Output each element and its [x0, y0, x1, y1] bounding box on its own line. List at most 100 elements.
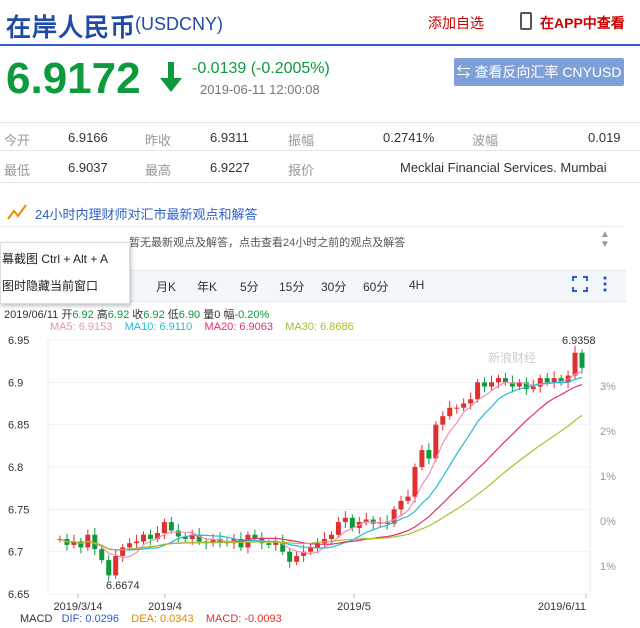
- info-high-label: 高: [96, 309, 108, 321]
- low-label: 最低: [4, 163, 31, 178]
- candle-body: [454, 407, 460, 409]
- right-tick-label: 1%: [600, 561, 616, 573]
- y-tick-label: 6.8: [8, 462, 23, 474]
- info-amp: -0.20%: [234, 309, 270, 321]
- right-tick-label: 0%: [600, 516, 616, 528]
- candle-body: [266, 543, 272, 545]
- candle-body: [544, 378, 550, 383]
- quote-timestamp: 2019-06-11 12:00:08: [200, 82, 320, 97]
- macd-value: MACD: -0.0093: [205, 613, 282, 625]
- info-close-label: 收: [132, 309, 144, 321]
- candle-body: [495, 378, 501, 383]
- candle-body: [433, 424, 439, 459]
- macd-legend: MACD DIF: 0.0296 DEA: 0.0343 MACD: -0.00…: [20, 613, 282, 625]
- volatility-label: 波幅: [472, 133, 499, 148]
- reverse-rate-label: 查看反向汇率 CNYUSD: [474, 64, 622, 80]
- x-tick-label: 2019/6/11: [538, 601, 586, 612]
- tab-yearly[interactable]: 年K: [197, 278, 217, 295]
- ma5-line: [59, 370, 583, 559]
- news-title-link[interactable]: 24小时内理财师对汇市最新观点和解答: [35, 204, 257, 223]
- info-date: 2019/06/11: [4, 309, 59, 321]
- candle-body: [482, 382, 488, 387]
- tab-5min[interactable]: 5分: [240, 278, 259, 295]
- info-low: 6.90: [178, 309, 201, 321]
- low-value: 6.9037: [68, 160, 108, 175]
- candle-body: [579, 352, 585, 368]
- currency-code: (USDCNY): [135, 14, 223, 34]
- candle-body: [398, 500, 404, 510]
- prev-close-value: 6.9311: [210, 130, 249, 145]
- right-tick-label: 2%: [600, 426, 616, 438]
- quote-source: Mecklai Financial Services. Mumbai: [400, 160, 607, 175]
- candle-body: [405, 496, 411, 501]
- candle-body: [502, 378, 508, 383]
- more-menu-icon[interactable]: [602, 276, 608, 292]
- amplitude-label: 振幅: [288, 133, 315, 148]
- candle-body: [551, 378, 557, 383]
- divider: [0, 122, 640, 123]
- candle-body: [120, 547, 126, 556]
- ma30-line: [59, 414, 583, 551]
- candle-body: [461, 403, 467, 408]
- price-change: -0.0139 (-0.2005%): [192, 60, 330, 77]
- down-arrow-icon: [160, 62, 182, 92]
- candle-body: [419, 450, 425, 467]
- candle-body: [161, 522, 167, 534]
- volatility-value: 0.019: [588, 130, 621, 145]
- candle-body: [475, 382, 481, 400]
- macd-dif: DIF: 0.0296: [61, 613, 120, 625]
- info-amp-label: 幅: [223, 309, 235, 321]
- news-ticker-text[interactable]: …暂无最新观点及解答，点击查看24小时之前的观点及解答: [118, 234, 405, 250]
- candle-body: [468, 399, 474, 404]
- y-tick-label: 6.7: [8, 547, 23, 559]
- candle-body: [308, 547, 314, 552]
- tab-15min[interactable]: 15分: [279, 278, 304, 295]
- add-watchlist-link[interactable]: 添加自选: [428, 13, 484, 33]
- context-menu-screenshot[interactable]: 幕截图 Ctrl + Alt + A: [2, 250, 108, 267]
- tab-30min[interactable]: 30分: [321, 278, 346, 295]
- info-high: 6.92: [107, 309, 130, 321]
- candle-body: [147, 534, 153, 539]
- candle-body: [287, 551, 293, 562]
- x-tick-label: 2019/5: [337, 601, 371, 612]
- amplitude-value: 0.2741%: [383, 130, 435, 145]
- tab-60min[interactable]: 60分: [363, 278, 388, 295]
- candle-body: [440, 416, 446, 425]
- context-menu-hide-window[interactable]: 图时隐藏当前窗口: [2, 277, 98, 294]
- tab-monthly[interactable]: 月K: [156, 278, 176, 295]
- x-tick-label: 2019/4: [148, 601, 182, 612]
- tab-4h[interactable]: 4H: [409, 278, 424, 292]
- candle-body: [335, 522, 341, 535]
- ticker-scroll-icon[interactable]: ▲ ▼: [600, 230, 610, 250]
- y-tick-label: 6.9: [8, 377, 23, 389]
- macd-title: MACD: [20, 613, 53, 625]
- info-close: 6.92: [143, 309, 165, 321]
- y-tick-label: 6.85: [8, 420, 29, 432]
- divider: [0, 182, 640, 183]
- y-tick-label: 6.65: [8, 589, 29, 601]
- candle-body: [99, 549, 105, 561]
- prev-close-label: 昨收: [145, 133, 172, 148]
- y-tick-label: 6.95: [8, 335, 29, 347]
- phone-icon: [520, 12, 532, 30]
- reverse-rate-button[interactable]: ⇆ 查看反向汇率 CNYUSD: [454, 58, 624, 86]
- right-tick-label: 1%: [600, 471, 616, 483]
- trend-icon: [7, 204, 27, 220]
- view-in-app-link[interactable]: 在APP中查看: [540, 13, 625, 33]
- ma10-line: [59, 376, 583, 551]
- info-low-label: 低: [167, 309, 179, 321]
- candle-body: [106, 560, 112, 576]
- watermark-text: 新浪财经: [488, 350, 536, 365]
- candle-body: [572, 352, 578, 376]
- candle-body: [294, 555, 300, 562]
- x-tick-label: 2019/3/14: [54, 601, 103, 612]
- info-open-label: 开: [61, 309, 73, 321]
- open-label: 今开: [4, 133, 31, 148]
- info-open: 6.92: [72, 309, 94, 321]
- candle-body: [342, 517, 348, 523]
- kline-chart[interactable]: 6.95 6.9 6.85 6.8 6.75 6.7 6.65 3% 2% 1% 0% 1% 2019/…: [0, 332, 640, 612]
- candle-body: [426, 450, 432, 459]
- fullscreen-icon[interactable]: [572, 276, 588, 292]
- candle-body: [349, 517, 355, 528]
- high-label: 最高: [145, 163, 172, 178]
